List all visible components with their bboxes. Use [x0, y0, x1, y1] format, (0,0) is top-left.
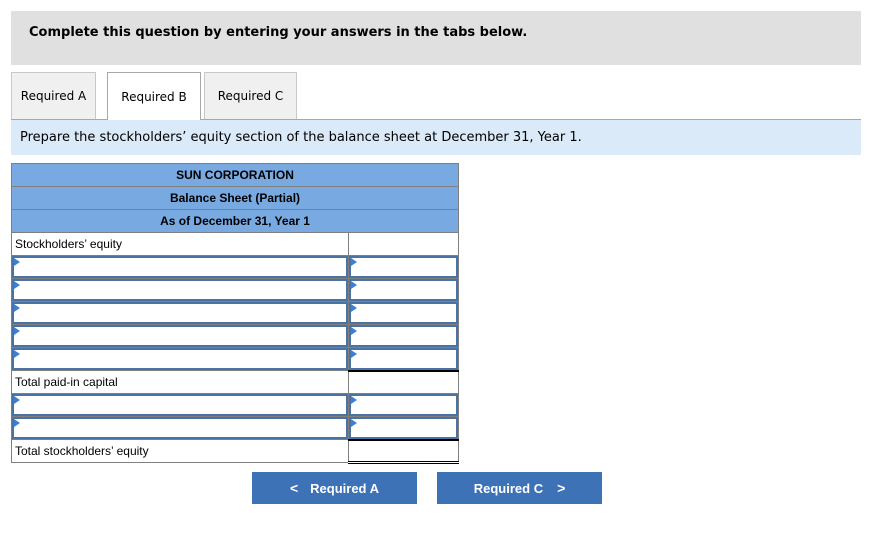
total-paid-in-row: Total paid-in capital [11, 369, 459, 394]
total-paid-in-label: Total paid-in capital [11, 370, 349, 394]
account-select[interactable] [14, 350, 346, 368]
table-row [11, 416, 459, 440]
total-equity-row: Total stockholders’ equity [11, 438, 459, 464]
tab-bar: Required A Required B Required C [11, 72, 297, 120]
previous-tab-button[interactable]: < Required A [252, 472, 417, 504]
tab-label: Required A [20, 89, 87, 103]
dropdown-flag-icon [351, 304, 357, 312]
dropdown-flag-icon [351, 327, 357, 335]
table-row [11, 324, 459, 348]
statement-date: As of December 31, Year 1 [11, 209, 459, 233]
table-row [11, 278, 459, 302]
dropdown-flag-icon [14, 304, 20, 312]
tab-label: Required C [217, 89, 284, 103]
account-select[interactable] [14, 419, 346, 437]
instructions-text: Complete this question by entering your … [29, 25, 528, 40]
table-row [11, 255, 459, 279]
tab-required-b[interactable]: Required B [107, 72, 201, 120]
tab-required-c[interactable]: Required C [204, 72, 297, 119]
section-header-row: Stockholders’ equity [11, 232, 459, 256]
section-label: Stockholders’ equity [11, 232, 349, 256]
amount-input[interactable] [351, 258, 456, 276]
balance-sheet-table: SUN CORPORATION Balance Sheet (Partial) … [11, 163, 459, 464]
tab-label: Required B [121, 89, 187, 104]
dropdown-flag-icon [351, 396, 357, 404]
dropdown-flag-icon [14, 327, 20, 335]
chevron-right-icon: > [557, 480, 566, 496]
dropdown-flag-icon [14, 281, 20, 289]
dropdown-flag-icon [351, 258, 357, 266]
statement-title: Balance Sheet (Partial) [11, 186, 459, 210]
total-equity-value [348, 438, 459, 464]
dropdown-flag-icon [14, 419, 20, 427]
account-select[interactable] [14, 327, 346, 345]
prompt-text: Prepare the stockholders’ equity section… [20, 130, 582, 145]
amount-input[interactable] [351, 350, 456, 368]
instructions-banner: Complete this question by entering your … [11, 11, 861, 65]
empty-cell [348, 232, 459, 256]
account-select[interactable] [14, 396, 346, 414]
table-row [11, 301, 459, 325]
dropdown-flag-icon [14, 350, 20, 358]
company-name: SUN CORPORATION [11, 163, 459, 187]
next-tab-button[interactable]: Required C > [437, 472, 602, 504]
total-paid-in-value [348, 369, 459, 394]
dropdown-flag-icon [351, 281, 357, 289]
chevron-left-icon: < [289, 480, 299, 496]
amount-input[interactable] [351, 396, 456, 414]
account-select[interactable] [14, 304, 346, 322]
table-row [11, 393, 459, 417]
amount-input[interactable] [351, 327, 456, 345]
account-select[interactable] [14, 281, 346, 299]
account-select[interactable] [14, 258, 346, 276]
previous-tab-label: Required A [310, 480, 380, 496]
tab-required-a[interactable]: Required A [11, 72, 96, 119]
total-equity-label: Total stockholders’ equity [11, 439, 349, 463]
table-row [11, 347, 459, 371]
question-prompt: Prepare the stockholders’ equity section… [11, 120, 861, 155]
dropdown-flag-icon [351, 419, 357, 427]
dropdown-flag-icon [14, 258, 20, 266]
dropdown-flag-icon [14, 396, 20, 404]
amount-input[interactable] [351, 419, 456, 437]
amount-input[interactable] [351, 281, 456, 299]
dropdown-flag-icon [351, 350, 357, 358]
next-tab-label: Required C [473, 480, 544, 496]
amount-input[interactable] [351, 304, 456, 322]
